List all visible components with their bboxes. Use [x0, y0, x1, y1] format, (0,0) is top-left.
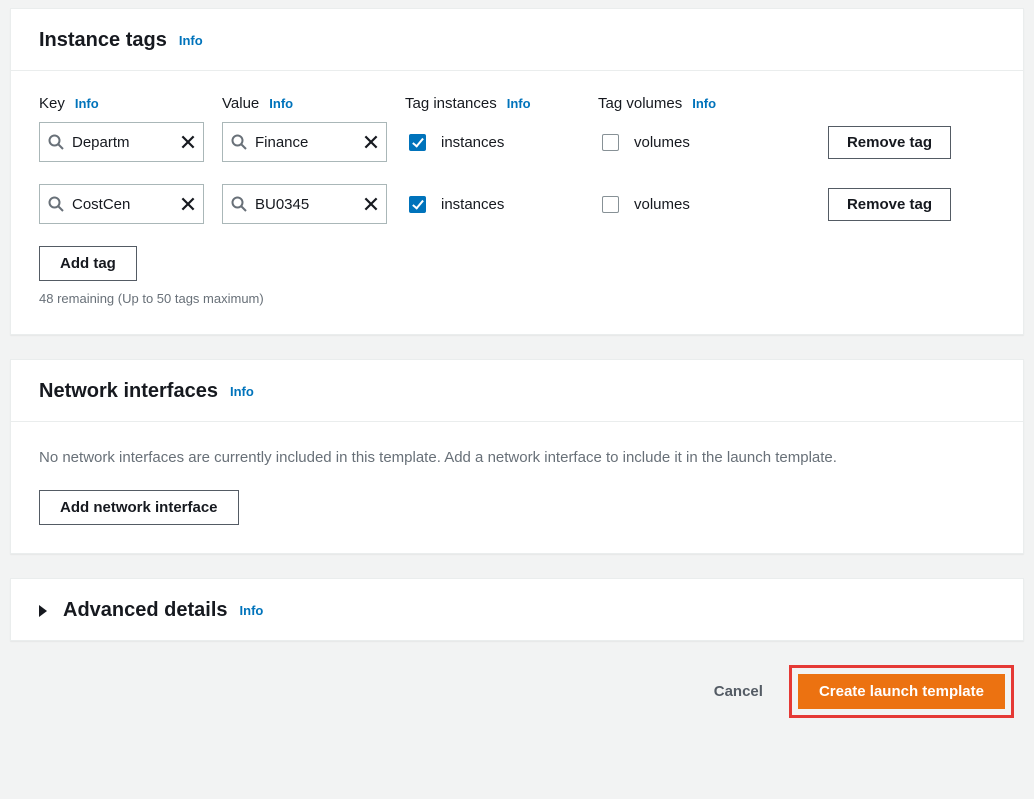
instance-tags-body: Key Info Value Info Tag instances Info T…: [11, 71, 1023, 334]
create-button-highlight: Create launch template: [789, 665, 1014, 718]
tag-key-input[interactable]: [68, 196, 179, 213]
tag-instances-checkbox[interactable]: [409, 134, 426, 151]
advanced-details-info-link[interactable]: Info: [240, 603, 264, 618]
tag-instances-checkbox-label: instances: [441, 196, 504, 213]
col-tag-volumes-info-link[interactable]: Info: [692, 96, 716, 111]
tag-key-input-wrap: [39, 184, 204, 224]
tag-value-input[interactable]: [251, 196, 362, 213]
network-interfaces-info-link[interactable]: Info: [230, 384, 254, 399]
clear-value-button[interactable]: [362, 195, 380, 213]
tag-volumes-checkbox-wrap: volumes: [598, 131, 773, 154]
search-icon: [231, 196, 247, 212]
remove-tag-button[interactable]: Remove tag: [828, 126, 951, 159]
col-tag-instances: Tag instances Info: [405, 95, 580, 112]
col-key-info-link[interactable]: Info: [75, 96, 99, 111]
network-interfaces-title: Network interfaces: [39, 380, 218, 403]
tag-volumes-checkbox-wrap: volumes: [598, 193, 773, 216]
col-value-info-link[interactable]: Info: [269, 96, 293, 111]
col-value-label: Value: [222, 95, 259, 112]
tag-value-input-wrap: [222, 122, 387, 162]
tag-helper-text: 48 remaining (Up to 50 tags maximum): [39, 291, 995, 306]
remove-tag-button[interactable]: Remove tag: [828, 188, 951, 221]
tag-instances-checkbox-wrap: instances: [405, 131, 580, 154]
instance-tags-panel: Instance tags Info Key Info Value Info T…: [10, 8, 1024, 335]
search-icon: [48, 134, 64, 150]
tag-instances-checkbox[interactable]: [409, 196, 426, 213]
col-tag-volumes-label: Tag volumes: [598, 95, 682, 112]
tag-row: instances volumes Remove tag: [39, 122, 995, 162]
tag-volumes-checkbox-label: volumes: [634, 134, 690, 151]
add-network-interface-button[interactable]: Add network interface: [39, 490, 239, 525]
search-icon: [231, 134, 247, 150]
tag-row: instances volumes Remove tag: [39, 184, 995, 224]
network-interfaces-header: Network interfaces Info: [11, 360, 1023, 422]
tag-value-input[interactable]: [251, 134, 362, 151]
create-launch-template-button[interactable]: Create launch template: [798, 674, 1005, 709]
instance-tags-title: Instance tags: [39, 29, 167, 52]
cancel-button[interactable]: Cancel: [714, 683, 763, 700]
footer: Cancel Create launch template: [10, 641, 1024, 718]
col-key-label: Key: [39, 95, 65, 112]
clear-value-button[interactable]: [362, 133, 380, 151]
advanced-details-header[interactable]: Advanced details Info: [11, 579, 1023, 640]
tag-key-input[interactable]: [68, 134, 179, 151]
network-interfaces-panel: Network interfaces Info No network inter…: [10, 359, 1024, 554]
tag-instances-checkbox-label: instances: [441, 134, 504, 151]
col-tag-instances-label: Tag instances: [405, 95, 497, 112]
instance-tags-header: Instance tags Info: [11, 9, 1023, 71]
tag-volumes-checkbox[interactable]: [602, 134, 619, 151]
col-tag-instances-info-link[interactable]: Info: [507, 96, 531, 111]
add-tag-button[interactable]: Add tag: [39, 246, 137, 281]
col-tag-volumes: Tag volumes Info: [598, 95, 773, 112]
col-key: Key Info: [39, 95, 204, 112]
advanced-details-title: Advanced details: [63, 599, 228, 622]
network-interfaces-body: No network interfaces are currently incl…: [11, 422, 1023, 553]
tag-column-headers: Key Info Value Info Tag instances Info T…: [39, 95, 995, 112]
instance-tags-info-link[interactable]: Info: [179, 33, 203, 48]
caret-right-icon: [39, 605, 47, 617]
tag-volumes-checkbox[interactable]: [602, 196, 619, 213]
col-value: Value Info: [222, 95, 387, 112]
tag-instances-checkbox-wrap: instances: [405, 193, 580, 216]
tag-key-input-wrap: [39, 122, 204, 162]
network-interfaces-text: No network interfaces are currently incl…: [39, 446, 995, 470]
clear-key-button[interactable]: [179, 195, 197, 213]
tag-value-input-wrap: [222, 184, 387, 224]
search-icon: [48, 196, 64, 212]
tag-volumes-checkbox-label: volumes: [634, 196, 690, 213]
clear-key-button[interactable]: [179, 133, 197, 151]
advanced-details-panel: Advanced details Info: [10, 578, 1024, 641]
